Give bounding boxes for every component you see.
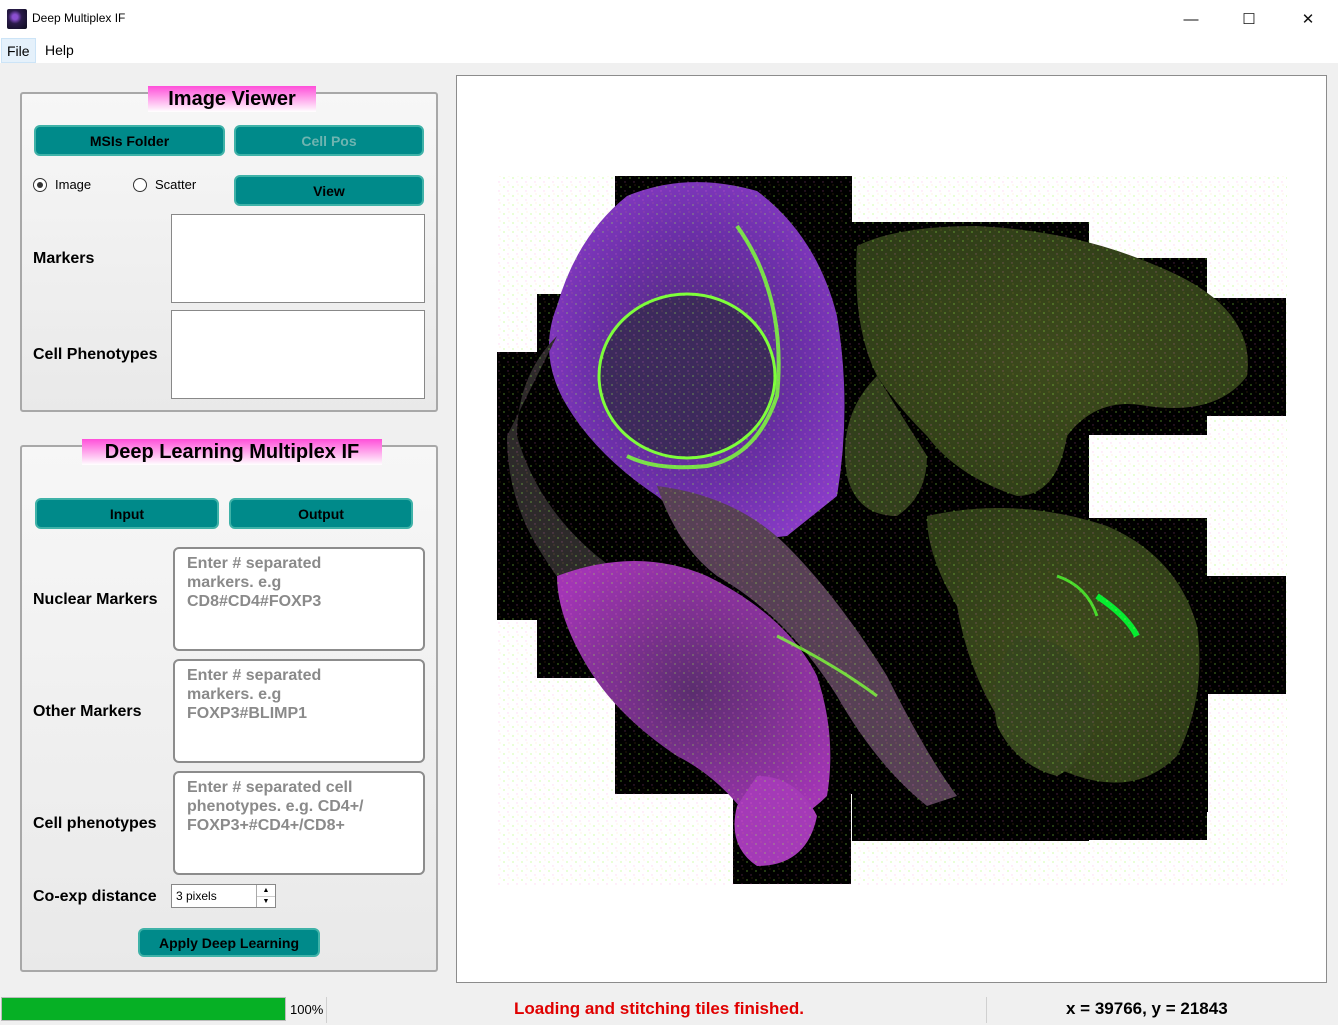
title-bar: Deep Multiplex IF — ☐ ✕ bbox=[0, 0, 1338, 38]
radio-scatter[interactable]: Scatter bbox=[133, 177, 196, 192]
menu-help[interactable]: Help bbox=[40, 38, 79, 63]
progress-bar bbox=[1, 997, 286, 1021]
progress-fill bbox=[2, 998, 285, 1020]
radio-scatter-indicator[interactable] bbox=[133, 177, 147, 192]
view-button[interactable]: View bbox=[234, 175, 424, 206]
close-button[interactable]: ✕ bbox=[1279, 0, 1337, 38]
coexp-distance-value: 3 pixels bbox=[176, 889, 217, 903]
apply-deep-learning-button[interactable]: Apply Deep Learning bbox=[138, 928, 320, 957]
nuclear-markers-input[interactable]: Enter # separated markers. e.g CD8#CD4#F… bbox=[173, 547, 425, 651]
output-button[interactable]: Output bbox=[229, 498, 413, 529]
window-title: Deep Multiplex IF bbox=[32, 11, 126, 25]
deep-learning-title: Deep Learning Multiplex IF bbox=[82, 439, 382, 465]
coexp-distance-spinbox[interactable]: 3 pixels ▲ ▼ bbox=[171, 884, 276, 908]
radio-image[interactable]: Image bbox=[33, 177, 91, 192]
cursor-coordinates: x = 39766, y = 21843 bbox=[1066, 999, 1228, 1018]
radio-image-label: Image bbox=[55, 177, 92, 192]
markers-list[interactable] bbox=[171, 214, 425, 303]
app-icon bbox=[7, 9, 27, 29]
cell-phenotypes-list[interactable] bbox=[171, 310, 425, 399]
radio-scatter-label: Scatter bbox=[155, 177, 197, 192]
msis-folder-button[interactable]: MSIs Folder bbox=[34, 125, 225, 156]
cell-phenotypes-label: Cell Phenotypes bbox=[33, 346, 158, 363]
status-message: Loading and stitching tiles finished. bbox=[514, 999, 804, 1018]
image-canvas[interactable] bbox=[456, 75, 1327, 983]
cell-phenotypes-dl-label: Cell phenotypes bbox=[33, 815, 157, 832]
tissue-mosaic-image bbox=[497, 176, 1287, 886]
status-separator bbox=[986, 997, 987, 1023]
nuclear-markers-label: Nuclear Markers bbox=[33, 591, 158, 608]
radio-image-indicator[interactable] bbox=[33, 177, 47, 192]
status-separator bbox=[326, 997, 327, 1023]
cell-phenotypes-input[interactable]: Enter # separated cell phenotypes. e.g. … bbox=[173, 771, 425, 875]
input-button[interactable]: Input bbox=[35, 498, 219, 529]
cell-pos-button[interactable]: Cell Pos bbox=[234, 125, 424, 156]
markers-label: Markers bbox=[33, 250, 95, 267]
spin-down-arrow-icon[interactable]: ▼ bbox=[257, 896, 275, 907]
progress-percent: 100% bbox=[290, 1002, 324, 1017]
menu-bar: File Help bbox=[0, 38, 1338, 63]
other-markers-label: Other Markers bbox=[33, 703, 142, 720]
minimize-button[interactable]: — bbox=[1162, 0, 1220, 38]
spin-buttons: ▲ ▼ bbox=[256, 885, 275, 907]
maximize-button[interactable]: ☐ bbox=[1220, 0, 1278, 38]
menu-file[interactable]: File bbox=[1, 38, 36, 63]
other-markers-input[interactable]: Enter # separated markers. e.g FOXP3#BLI… bbox=[173, 659, 425, 763]
coexp-distance-label: Co-exp distance bbox=[33, 888, 157, 905]
image-viewer-title: Image Viewer bbox=[148, 86, 316, 112]
